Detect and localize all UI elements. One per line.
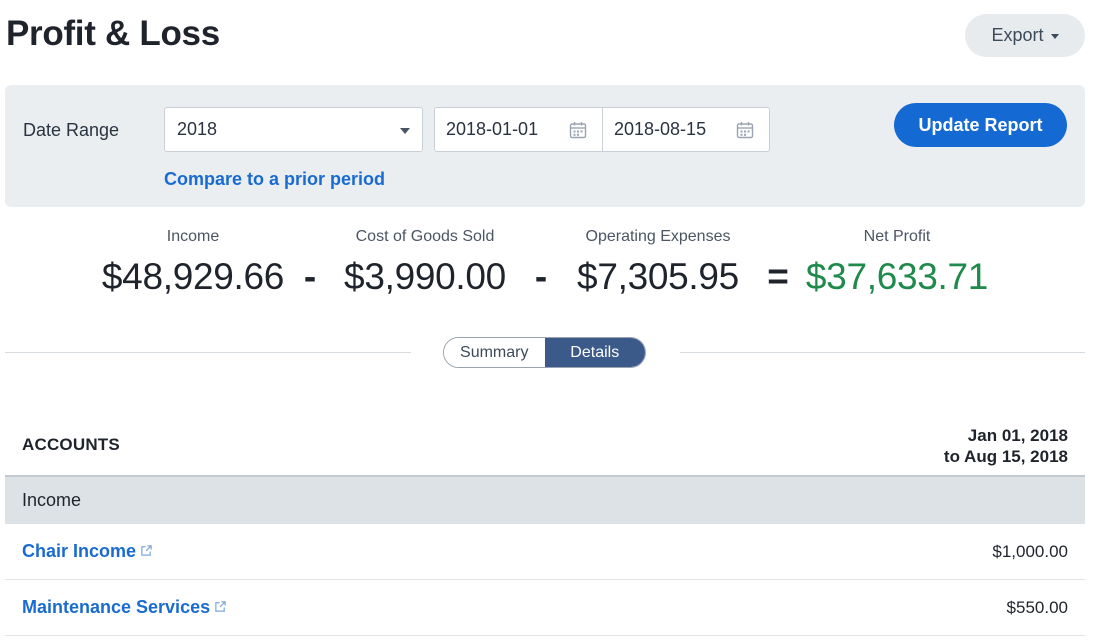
- account-amount: $550.00: [1006, 597, 1068, 617]
- table-row: Chair Income $1,000.00: [5, 524, 1085, 580]
- tab-details[interactable]: Details: [544, 338, 645, 367]
- accounts-column-header: ACCOUNTS: [22, 435, 120, 454]
- period-start: Jan 01, 2018: [967, 426, 1068, 445]
- end-date-value: 2018-08-15: [614, 119, 707, 139]
- period-end: to Aug 15, 2018: [943, 447, 1068, 466]
- external-link-icon: [141, 545, 152, 556]
- chevron-down-icon: [1050, 33, 1059, 39]
- chevron-down-icon: [400, 128, 410, 134]
- filter-panel: Date Range 2018 2018-01-01 2018-08-15 Co…: [5, 85, 1085, 207]
- divider: [680, 352, 1085, 353]
- net-profit-value: $37,633.71: [805, 256, 989, 297]
- date-range-inputs: 2018-01-01 2018-08-15: [434, 107, 770, 152]
- net-profit-label: Net Profit: [863, 228, 931, 245]
- view-toggle: Summary Details: [443, 337, 646, 368]
- account-amount: $1,000.00: [992, 541, 1068, 561]
- date-range-label: Date Range: [23, 120, 120, 140]
- calendar-icon[interactable]: [735, 120, 755, 140]
- tab-summary[interactable]: Summary: [444, 338, 545, 367]
- income-label: Income: [166, 228, 220, 245]
- external-link-icon: [215, 601, 226, 612]
- opex-value: $7,305.95: [577, 256, 739, 297]
- period-column-header: Jan 01, 2018 to Aug 15, 2018: [944, 425, 1068, 467]
- export-button[interactable]: Export: [965, 14, 1085, 57]
- section-income: Income: [5, 477, 1085, 524]
- opex-label: Operating Expenses: [585, 228, 731, 245]
- date-range-select[interactable]: 2018: [164, 107, 423, 152]
- calendar-icon[interactable]: [568, 120, 588, 140]
- page-title: Profit & Loss: [6, 14, 220, 53]
- date-range-select-value: 2018: [177, 119, 218, 139]
- cogs-value: $3,990.00: [344, 256, 506, 297]
- account-link-maintenance-services[interactable]: Maintenance Services: [22, 597, 227, 618]
- account-name: Chair Income: [22, 541, 137, 561]
- divider: [5, 352, 411, 353]
- end-date-field[interactable]: 2018-08-15: [602, 108, 769, 151]
- start-date-field[interactable]: 2018-01-01: [435, 108, 602, 151]
- start-date-value: 2018-01-01: [446, 119, 539, 139]
- cogs-label: Cost of Goods Sold: [355, 228, 495, 245]
- compare-prior-period-link[interactable]: Compare to a prior period: [164, 169, 385, 190]
- update-report-button[interactable]: Update Report: [894, 103, 1067, 147]
- profit-loss-page: Profit & Loss Export Date Range 2018 201…: [0, 0, 1112, 644]
- table-row: Maintenance Services $550.00: [5, 580, 1085, 636]
- export-label: Export: [991, 25, 1044, 45]
- income-value: $48,929.66: [101, 256, 285, 297]
- account-link-chair-income[interactable]: Chair Income: [22, 541, 153, 562]
- account-name: Maintenance Services: [22, 597, 211, 617]
